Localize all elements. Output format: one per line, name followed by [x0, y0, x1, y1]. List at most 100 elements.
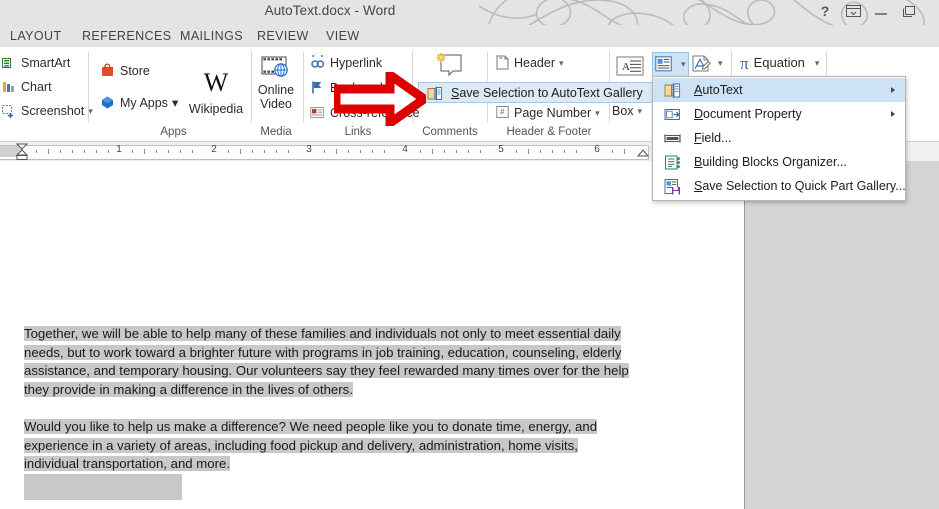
ribbon-my-apps-button[interactable]: My Apps: [100, 95, 168, 114]
ribbon-wordart-button[interactable]: ▾: [690, 52, 725, 76]
wikipedia-label: Wikipedia: [188, 102, 244, 116]
tab-references[interactable]: REFERENCES: [76, 27, 177, 45]
ribbon-online-video-button[interactable]: Online Video: [253, 55, 299, 111]
save-quickpart-label-rest: ave Selection to Quick Part Gallery...: [702, 179, 906, 193]
right-indent-marker-icon[interactable]: [637, 148, 649, 158]
quick-parts-dropdown-menu[interactable]: AutoText Document Property Field... Buil…: [652, 76, 906, 201]
menu-item-save-selection-to-autotext-gallery[interactable]: Save Selection to AutoText Gallery: [418, 82, 656, 103]
menu-item-building-blocks-organizer[interactable]: Building Blocks Organizer...: [653, 150, 905, 174]
ribbon-header-button[interactable]: Header ▾: [496, 55, 564, 74]
minimize-icon[interactable]: [871, 3, 891, 17]
ribbon-smartart-button[interactable]: SmartArt: [2, 55, 70, 74]
svg-text:#: #: [500, 108, 505, 117]
document-property-underline: D: [694, 107, 704, 121]
ribbon-store-button[interactable]: Store: [100, 63, 150, 82]
smartart-label: SmartArt: [21, 56, 71, 70]
document-property-icon: [664, 109, 680, 120]
page-number-caret-icon: ▾: [595, 108, 600, 118]
equation-caret-icon: ▾: [814, 58, 820, 68]
menu-item-field[interactable]: Field...: [653, 126, 905, 150]
ruler-number-3: 3: [306, 144, 312, 155]
page-number-icon: #: [496, 105, 509, 124]
header-icon: [496, 55, 509, 74]
bookmark-icon: [310, 80, 325, 99]
myapps-icon: [100, 95, 115, 114]
ribbon-quick-parts-button[interactable]: ▾: [652, 52, 689, 78]
tab-mailings[interactable]: MAILINGS: [174, 27, 249, 45]
online-video-line2: Video: [260, 97, 292, 111]
chart-label: Chart: [21, 80, 52, 94]
left-indent-markers-icon[interactable]: [15, 143, 29, 161]
submenu-arrow-icon: [891, 111, 895, 117]
header-label: Header: [514, 56, 555, 70]
tab-layout[interactable]: LAYOUT: [4, 27, 68, 45]
save-autotext-icon: [427, 86, 443, 101]
wordart-icon: [692, 55, 711, 72]
ruler-number-6: 6: [594, 144, 600, 155]
ribbon-wikipedia-button[interactable]: W Wikipedia: [185, 68, 247, 117]
maximize-icon[interactable]: [899, 3, 919, 17]
group-separator: [88, 51, 89, 123]
text-box-label: Box: [612, 104, 634, 118]
screenshot-icon: [2, 104, 16, 122]
document-paragraph-1[interactable]: Together, we will be able to help many o…: [24, 325, 648, 399]
paragraph-1-text: Together, we will be able to help many o…: [24, 326, 629, 397]
tab-view[interactable]: VIEW: [320, 27, 366, 45]
header-caret-icon: ▾: [559, 58, 564, 68]
chart-icon: [2, 80, 16, 98]
text-box-icon: A: [616, 56, 644, 76]
group-separator: [303, 51, 304, 123]
selection-trailing-block: [24, 474, 182, 500]
comments-group-label: Comments: [422, 126, 478, 138]
group-separator: [251, 51, 252, 123]
field-icon: [664, 134, 681, 143]
help-icon[interactable]: ?: [815, 3, 835, 19]
ribbon-text-box-button[interactable]: A: [616, 55, 644, 79]
tab-review[interactable]: REVIEW: [251, 27, 315, 45]
equation-label: Equation: [753, 55, 805, 70]
quick-parts-icon: [655, 56, 672, 72]
ribbon-equation-button[interactable]: π Equation ▾: [740, 55, 819, 72]
ruler-number-2: 2: [211, 144, 217, 155]
ribbon-new-comment-button[interactable]: [420, 51, 482, 84]
building-blocks-label-rest: uilding Blocks Organizer...: [702, 155, 847, 169]
smartart-icon: [2, 56, 16, 74]
text-box-caret-icon: ▾: [637, 106, 643, 116]
document-property-label-rest: ocument Property: [703, 107, 802, 121]
field-underline: F: [694, 131, 702, 145]
screenshot-label: Screenshot: [21, 104, 85, 118]
store-icon: [100, 63, 115, 82]
save-autotext-label-rest: ave Selection to AutoText Gallery: [459, 86, 643, 100]
page-outside-gray-area: [745, 161, 939, 509]
submenu-arrow-icon: [891, 87, 895, 93]
document-area[interactable]: Together, we will be able to help many o…: [0, 161, 939, 509]
quick-parts-caret-icon[interactable]: ▾: [681, 59, 686, 70]
menu-item-save-selection-to-quick-part-gallery[interactable]: Save Selection to Quick Part Gallery...: [653, 174, 906, 198]
document-paragraph-2[interactable]: Would you like to help us make a differe…: [24, 418, 630, 474]
document-page[interactable]: Together, we will be able to help many o…: [0, 161, 745, 509]
building-blocks-icon: [665, 155, 680, 170]
hyperlink-label: Hyperlink: [330, 56, 383, 70]
my-apps-caret-icon[interactable]: ▾: [172, 95, 178, 111]
text-box-label-row[interactable]: Box ▾: [612, 103, 642, 119]
ruler-number-4: 4: [402, 144, 408, 155]
equation-icon: π: [740, 54, 749, 73]
autotext-label-rest: utoText: [702, 83, 743, 97]
my-apps-label: My Apps: [120, 96, 168, 110]
hyperlink-icon: [310, 51, 325, 74]
cross-reference-icon: [310, 105, 325, 124]
menu-item-document-property[interactable]: Document Property: [653, 102, 905, 126]
menu-item-autotext[interactable]: AutoText: [653, 78, 905, 102]
ribbon-screenshot-button[interactable]: Screenshot ▾: [2, 103, 93, 122]
wikipedia-icon: W: [203, 68, 229, 97]
ribbon-display-options-icon[interactable]: [843, 3, 863, 17]
ribbon-page-number-button[interactable]: # Page Number ▾: [496, 105, 600, 124]
online-video-line1: Online: [257, 83, 295, 97]
header-footer-group-label: Header & Footer: [506, 126, 592, 138]
ruler-number-1: 1: [116, 144, 122, 155]
field-label-rest: ield...: [701, 131, 732, 145]
autotext-icon: [664, 83, 681, 98]
wordart-caret-icon[interactable]: ▾: [718, 58, 723, 69]
ribbon-chart-button[interactable]: Chart: [2, 79, 52, 98]
title-bar: AutoText.docx - Word ?: [0, 0, 939, 25]
